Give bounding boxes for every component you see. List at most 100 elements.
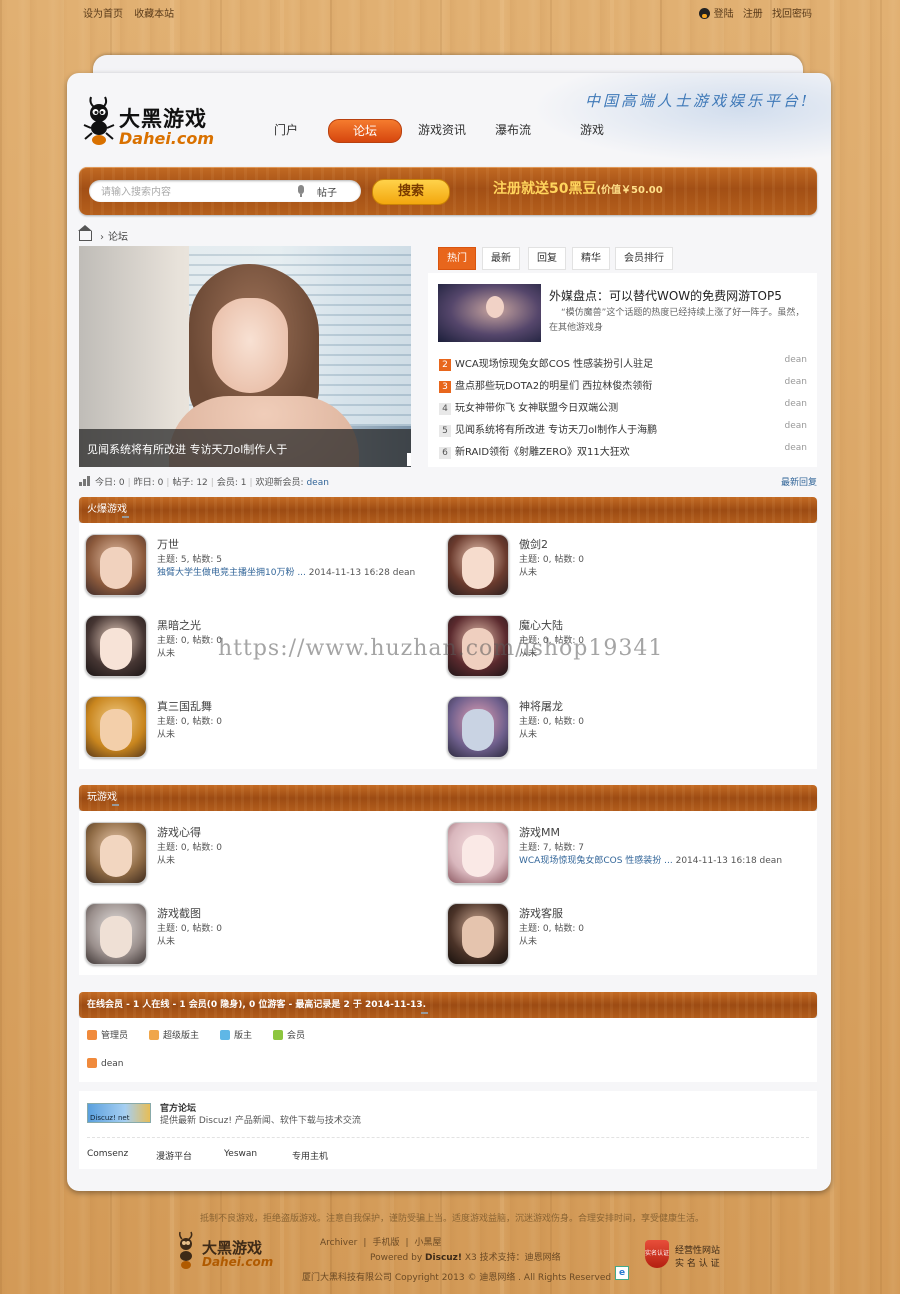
blackroom-link[interactable]: 小黑屋: [415, 1238, 442, 1248]
forum-item[interactable]: 游戏心得 主题: 0, 帖数: 0 从未: [79, 816, 439, 886]
forum-item[interactable]: 傲剑2 主题: 0, 帖数: 0 从未: [441, 528, 801, 598]
latest-replies-link[interactable]: 最新回复: [781, 475, 817, 488]
friend-link[interactable]: 漫游平台: [156, 1149, 192, 1162]
forum-name[interactable]: 游戏MM: [519, 824, 560, 840]
register-promo[interactable]: 注册就送50黑豆(价值￥50.00: [493, 178, 663, 198]
forum-avatar[interactable]: [447, 615, 509, 677]
hot-item-title[interactable]: 见闻系统将有所改进 专访天刀ol制作人于海鹏: [455, 425, 657, 436]
forum-item[interactable]: 真三国乱舞 主题: 0, 帖数: 0 从未: [79, 690, 439, 760]
main-container: 大黑游戏 Dahei.com 中国高端人士游戏娱乐平台! 门户 论坛 游戏资讯 …: [67, 73, 831, 1191]
hot-item-author[interactable]: dean: [785, 399, 807, 409]
featured-title[interactable]: 外媒盘点：可以替代WOW的免费网游TOP5: [549, 287, 782, 304]
online-user-name[interactable]: dean: [101, 1059, 123, 1069]
hot-list-item[interactable]: 6 新RAID领衔《射雕ZERO》双11大狂欢 dean: [439, 443, 807, 459]
qq-icon[interactable]: [698, 8, 710, 19]
hot-list-item[interactable]: 2 WCA现场惊现兔女郎COS 性感装扮引人驻足 dean: [439, 355, 807, 371]
bookmark-link[interactable]: 收藏本站: [134, 9, 174, 20]
forum-avatar[interactable]: [447, 534, 509, 596]
hot-item-author[interactable]: dean: [785, 443, 807, 453]
nav-portal[interactable]: 门户: [257, 119, 315, 141]
friend-link[interactable]: 专用主机: [292, 1149, 328, 1162]
login-link[interactable]: 登陆: [714, 9, 734, 20]
forum-item[interactable]: 游戏截图 主题: 0, 帖数: 0 从未: [79, 897, 439, 967]
moderator-icon: [220, 1030, 230, 1040]
mobile-link[interactable]: 手机版: [372, 1238, 399, 1248]
forum-name[interactable]: 游戏心得: [157, 824, 201, 840]
hot-list-item[interactable]: 3 盘点那些玩DOTA2的明星们 西拉林俊杰领衔 dean: [439, 377, 807, 393]
tab-member-rank[interactable]: 会员排行: [615, 247, 673, 270]
forum-item[interactable]: 游戏客服 主题: 0, 帖数: 0 从未: [441, 897, 801, 967]
forum-item[interactable]: 黑暗之光 主题: 0, 帖数: 0 从未: [79, 609, 439, 679]
tab-replies[interactable]: 回复: [528, 247, 566, 270]
forum-avatar[interactable]: [85, 615, 147, 677]
hot-list-item[interactable]: 5 见闻系统将有所改进 专访天刀ol制作人于海鹏 dean: [439, 421, 807, 437]
forum-item[interactable]: 魔心大陆 主题: 0, 帖数: 0 从未: [441, 609, 801, 679]
forum-name[interactable]: 真三国乱舞: [157, 698, 212, 714]
forum-name[interactable]: 游戏客服: [519, 905, 563, 921]
online-user[interactable]: dean: [87, 1058, 123, 1069]
hot-item-title[interactable]: 新RAID领衔《射雕ZERO》双11大狂欢: [455, 447, 630, 458]
certification-shield-icon[interactable]: 实名认证: [645, 1240, 669, 1268]
hot-item-author[interactable]: dean: [785, 377, 807, 387]
discuz-link[interactable]: Discuz!: [425, 1253, 462, 1263]
friend-link[interactable]: Yeswan: [224, 1149, 257, 1159]
last-post-link[interactable]: 独臂大学生做电竞主播坐拥10万粉 ...: [157, 568, 306, 578]
nav-forum[interactable]: 论坛: [328, 119, 402, 143]
forum-avatar[interactable]: [85, 822, 147, 884]
microphone-icon[interactable]: [298, 185, 304, 197]
forum-avatar[interactable]: [447, 822, 509, 884]
breadcrumb-current[interactable]: 论坛: [108, 232, 128, 243]
slide-page-5[interactable]: 5: [407, 453, 411, 466]
archiver-link[interactable]: Archiver: [320, 1238, 357, 1248]
section-header[interactable]: 玩游戏: [79, 785, 817, 811]
search-input[interactable]: [99, 183, 293, 201]
featured-thumbnail[interactable]: [438, 284, 541, 342]
forum-name[interactable]: 游戏截图: [157, 905, 201, 921]
section-header[interactable]: 火爆游戏: [79, 497, 817, 523]
forum-avatar[interactable]: [85, 696, 147, 758]
hot-item-title[interactable]: WCA现场惊现兔女郎COS 性感装扮引人驻足: [455, 359, 653, 370]
friend-link[interactable]: Comsenz: [87, 1149, 128, 1159]
forum-item[interactable]: 万世 主题: 5, 帖数: 5 独臂大学生做电竞主播坐拥10万粉 ... 201…: [79, 528, 439, 598]
forum-item[interactable]: 神将屠龙 主题: 0, 帖数: 0 从未: [441, 690, 801, 760]
image-slideshow[interactable]: 见闻系统将有所改进 专访天刀ol制作人于 12345: [79, 246, 411, 467]
forum-avatar[interactable]: [447, 903, 509, 965]
forum-name[interactable]: 万世: [157, 536, 179, 552]
nav-waterfall[interactable]: 瀑布流: [488, 119, 538, 141]
last-post-meta: 2014-11-13 16:18 dean: [672, 856, 783, 866]
forum-avatar[interactable]: [447, 696, 509, 758]
hot-item-title[interactable]: 玩女神带你飞 女神联盟今日双端公测: [455, 403, 618, 414]
forum-name[interactable]: 傲剑2: [519, 536, 548, 552]
forgot-password-link[interactable]: 找回密码: [772, 9, 812, 20]
forum-avatar[interactable]: [85, 903, 147, 965]
set-homepage-link[interactable]: 设为首页: [83, 9, 123, 20]
footer-logo[interactable]: 大黑游戏 Dahei.com: [174, 1227, 274, 1275]
tab-latest[interactable]: 最新: [482, 247, 520, 270]
nav-game-news[interactable]: 游戏资讯: [413, 119, 471, 141]
forum-name[interactable]: 神将屠龙: [519, 698, 563, 714]
search-button[interactable]: 搜索: [372, 179, 450, 205]
tab-hot[interactable]: 热门: [438, 247, 476, 270]
nav-games[interactable]: 游戏: [567, 119, 617, 141]
forum-avatar[interactable]: [85, 534, 147, 596]
site-logo[interactable]: 大黑游戏 Dahei.com: [81, 89, 226, 153]
hot-item-author[interactable]: dean: [785, 421, 807, 431]
discuz-badge[interactable]: Discuz! net: [87, 1103, 151, 1123]
tab-digest[interactable]: 精华: [572, 247, 610, 270]
slide-caption[interactable]: 见闻系统将有所改进 专访天刀ol制作人于: [87, 441, 287, 457]
search-type-select[interactable]: 帖子: [317, 184, 337, 199]
hot-list-item[interactable]: 4 玩女神带你飞 女神联盟今日双端公测 dean: [439, 399, 807, 415]
home-icon[interactable]: [78, 225, 92, 241]
section-header[interactable]: 在线会员 - 1 人在线 - 1 会员(0 隐身), 0 位游客 - 最高记录是…: [79, 992, 817, 1018]
newest-member-link[interactable]: dean: [306, 478, 328, 488]
forum-name[interactable]: 魔心大陆: [519, 617, 563, 633]
legend-moderator: 版主: [220, 1028, 252, 1041]
hot-item-author[interactable]: dean: [785, 355, 807, 365]
forum-name[interactable]: 黑暗之光: [157, 617, 201, 633]
register-link[interactable]: 注册: [743, 9, 763, 20]
hot-item-title[interactable]: 盘点那些玩DOTA2的明星们 西拉林俊杰领衔: [455, 381, 652, 392]
certification-text[interactable]: 经营性网站实 名 认 证: [675, 1245, 720, 1271]
last-post-link[interactable]: WCA现场惊现兔女郎COS 性感装扮 ...: [519, 856, 673, 866]
forum-item[interactable]: 游戏MM 主题: 7, 帖数: 7 WCA现场惊现兔女郎COS 性感装扮 ...…: [441, 816, 801, 886]
ie-icon[interactable]: e: [615, 1266, 629, 1280]
